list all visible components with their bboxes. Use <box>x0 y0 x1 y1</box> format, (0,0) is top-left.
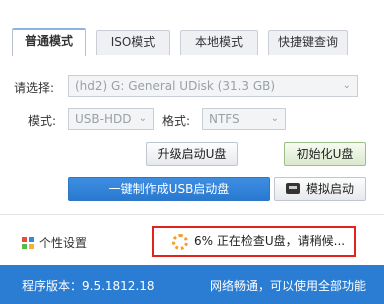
title-area <box>0 0 384 28</box>
disk-select-value: (hd2) G: General UDisk (31.3 GB) <box>75 79 276 93</box>
init-udisk-button[interactable]: 初始化U盘 <box>284 142 366 166</box>
simulate-boot-button[interactable]: 模拟启动 <box>274 177 366 201</box>
format-select[interactable]: NTFS ⌄ <box>202 108 286 130</box>
status-text: 6% 正在检查U盘，请稍候... <box>194 234 346 248</box>
tab-iso-mode[interactable]: ISO模式 <box>96 30 170 55</box>
progress-status: 6% 正在检查U盘，请稍候... <box>152 226 356 257</box>
simulate-boot-label: 模拟启动 <box>305 182 354 196</box>
disk-select-label: 请选择: <box>14 81 55 95</box>
mode-select-value: USB-HDD <box>75 112 132 126</box>
format-label: 格式: <box>162 114 191 128</box>
version-text: 程序版本：9.5.1812.18 <box>22 279 155 293</box>
tab-normal-mode[interactable]: 普通模式 <box>12 28 86 57</box>
tab-hotkey-query[interactable]: 快捷键查询 <box>268 30 348 55</box>
tab-local-mode[interactable]: 本地模式 <box>180 30 258 55</box>
mode-select[interactable]: USB-HDD ⌄ <box>68 108 154 130</box>
chevron-down-icon: ⌄ <box>342 80 351 91</box>
loading-spinner-icon <box>172 234 188 250</box>
grid-icon <box>22 237 34 249</box>
chevron-down-icon: ⌄ <box>270 113 279 124</box>
simulator-icon <box>285 183 300 194</box>
create-boot-disk-button[interactable]: 一键制作成USB启动盘 <box>68 177 270 201</box>
chevron-down-icon: ⌄ <box>138 113 147 124</box>
section-divider <box>0 214 384 215</box>
personal-settings-link[interactable]: 个性设置 <box>22 234 87 251</box>
network-status-text: 网络畅通，可以使用全部功能 <box>210 279 367 293</box>
format-select-value: NTFS <box>209 112 240 126</box>
upgrade-udisk-button[interactable]: 升级启动U盘 <box>146 142 238 166</box>
personal-settings-label: 个性设置 <box>39 236 88 250</box>
mode-tabs: 普通模式 ISO模式 本地模式 快捷键查询 <box>0 28 384 57</box>
mode-label: 模式: <box>28 114 57 128</box>
status-bar: 程序版本：9.5.1812.18 网络畅通，可以使用全部功能 <box>0 265 384 304</box>
disk-select[interactable]: (hd2) G: General UDisk (31.3 GB) ⌄ <box>68 75 358 97</box>
